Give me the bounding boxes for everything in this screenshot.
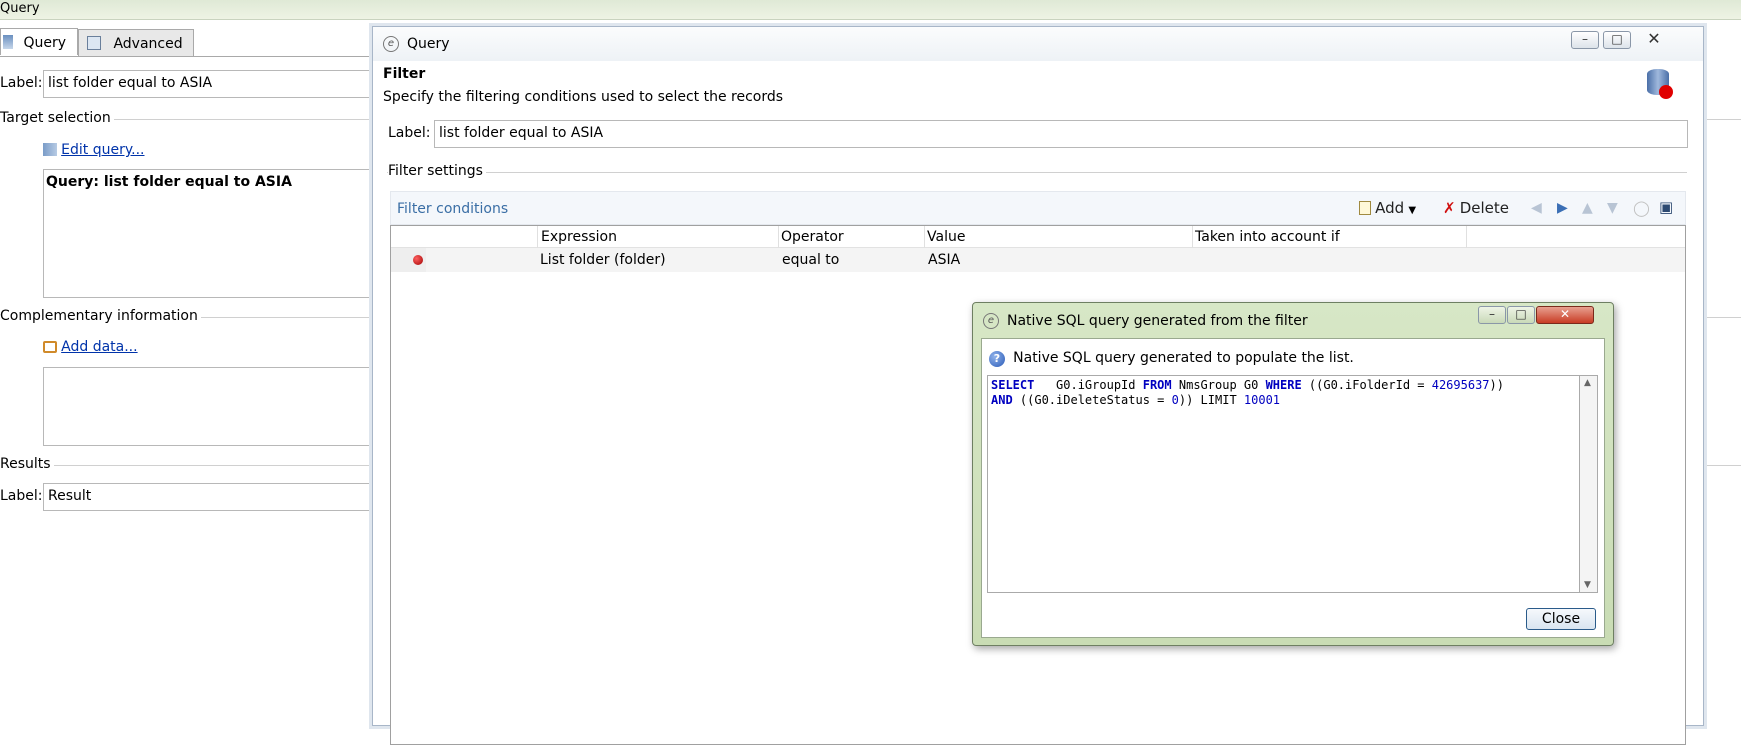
cell-operator: equal to	[782, 252, 840, 268]
sql-app-logo-icon: e	[983, 313, 999, 329]
add-data-link[interactable]: Add data...	[61, 339, 137, 355]
cell-expression: List folder (folder)	[540, 252, 666, 268]
edit-query-icon	[43, 143, 57, 156]
filter-settings-title: Filter settings	[388, 163, 486, 179]
filter-conditions-bar: Filter conditions Add ▼ ✗ Delete ◀ ▶ ▲ ▼…	[390, 191, 1686, 225]
dialog-label-caption: Label:	[388, 125, 431, 141]
maximize-button[interactable]: □	[1603, 31, 1631, 49]
arrow-left-icon[interactable]: ◀	[1531, 200, 1542, 216]
delete-icon: ✗	[1443, 199, 1456, 217]
save-icon[interactable]: ▣	[1659, 198, 1673, 216]
filter-header: Filter Specify the filtering conditions …	[383, 61, 1693, 111]
label-input[interactable]: list folder equal to ASIA	[43, 70, 383, 98]
sql-dialog: e Native SQL query generated from the fi…	[972, 302, 1614, 646]
add-data-row: Add data...	[43, 339, 138, 355]
sql-query-textarea[interactable]: SELECT G0.iGroupId FROM NmsGroup G0 WHER…	[987, 375, 1580, 593]
status-red-dot-icon	[413, 255, 423, 265]
chevron-down-icon: ▼	[1408, 205, 1417, 216]
sql-close-window-button[interactable]: ✕	[1536, 306, 1594, 324]
grid-header: Expression Operator Value Taken into acc…	[391, 226, 1685, 248]
advanced-tab-icon	[87, 36, 101, 50]
dialog-label-input[interactable]: list folder equal to ASIA	[434, 120, 1688, 148]
bg-divider-right-1	[1704, 119, 1741, 120]
close-button[interactable]: Close	[1526, 608, 1596, 630]
close-icon: ✕	[1559, 307, 1571, 321]
sql-info-text: Native SQL query generated to populate t…	[1013, 350, 1354, 366]
arrow-up-icon[interactable]: ▲	[1582, 200, 1593, 216]
add-button[interactable]: Add ▼	[1359, 199, 1416, 217]
complementary-title: Complementary information	[0, 308, 201, 324]
query-tab-icon	[3, 35, 13, 49]
table-row[interactable]: List folder (folder) equal to ASIA	[391, 248, 1685, 272]
col-taken-into-account[interactable]: Taken into account if	[1193, 226, 1467, 248]
background-window-title: Query	[0, 1, 40, 16]
filter-settings-divider	[387, 172, 1687, 173]
minimize-icon: –	[1489, 307, 1495, 321]
cell-value: ASIA	[928, 252, 961, 268]
sql-minimize-button[interactable]: –	[1478, 306, 1506, 324]
complementary-box	[43, 367, 383, 446]
results-divider	[0, 465, 380, 466]
close-window-button[interactable]: ✕	[1636, 31, 1672, 49]
help-icon: ?	[989, 351, 1005, 367]
refresh-icon[interactable]: ◯	[1633, 199, 1650, 217]
arrow-right-icon[interactable]: ▶	[1557, 200, 1568, 216]
sql-info-row: ? Native SQL query generated to populate…	[989, 350, 1354, 367]
query-dialog-title: Query	[407, 36, 450, 52]
grid-header-blank	[391, 226, 538, 248]
col-value[interactable]: Value	[925, 226, 1193, 248]
maximize-icon: □	[1515, 307, 1527, 321]
filter-conditions-title: Filter conditions	[397, 201, 509, 217]
col-expression[interactable]: Expression	[538, 226, 779, 248]
tab-underline	[0, 56, 380, 57]
add-data-icon	[43, 341, 57, 353]
sql-scrollbar[interactable]: ▲ ▼	[1580, 375, 1598, 593]
results-label-input[interactable]: Result	[43, 483, 383, 511]
maximize-icon: □	[1611, 32, 1623, 46]
bg-divider-right-2	[1704, 317, 1741, 318]
label-caption: Label:	[0, 75, 43, 91]
delete-button[interactable]: ✗ Delete	[1443, 199, 1509, 217]
minimize-button[interactable]: –	[1571, 31, 1599, 49]
sql-maximize-button[interactable]: □	[1507, 306, 1535, 324]
scroll-down-icon[interactable]: ▼	[1584, 580, 1591, 590]
minimize-icon: –	[1582, 32, 1588, 46]
query-summary-box: Query: list folder equal to ASIA	[43, 169, 383, 298]
background-title-bar: Query	[0, 0, 1741, 20]
app-logo-icon: e	[383, 36, 399, 52]
scroll-up-icon[interactable]: ▲	[1584, 378, 1591, 388]
filter-description: Specify the filtering conditions used to…	[383, 89, 784, 105]
database-icon	[1645, 67, 1673, 99]
add-icon	[1359, 201, 1371, 215]
results-label-caption: Label:	[0, 488, 43, 504]
tab-advanced[interactable]: Advanced	[78, 29, 194, 56]
sql-dialog-title-bar[interactable]: e Native SQL query generated from the fi…	[973, 303, 1613, 337]
target-selection-title: Target selection	[0, 110, 114, 126]
bg-divider-right-3	[1704, 465, 1741, 466]
edit-query-link[interactable]: Edit query...	[61, 142, 144, 158]
sql-dialog-title: Native SQL query generated from the filt…	[1007, 313, 1308, 329]
edit-query-row: Edit query...	[43, 142, 144, 158]
results-title: Results	[0, 456, 54, 472]
tab-query[interactable]: Query	[0, 28, 78, 55]
filter-title: Filter	[383, 66, 426, 82]
close-icon: ✕	[1647, 29, 1661, 48]
arrow-down-icon[interactable]: ▼	[1607, 200, 1618, 216]
col-operator[interactable]: Operator	[779, 226, 925, 248]
query-dialog-title-bar[interactable]: e Query – □ ✕	[373, 27, 1703, 61]
